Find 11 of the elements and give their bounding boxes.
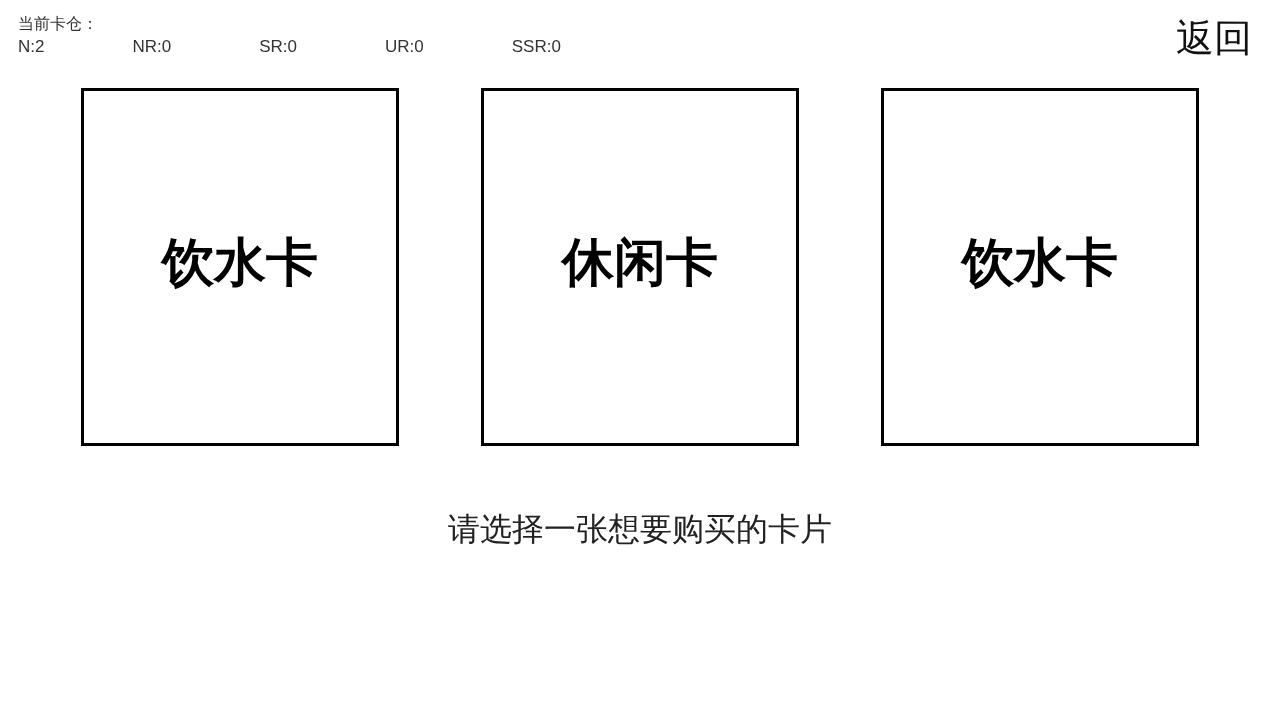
- rarity-count: UR:0: [385, 36, 424, 58]
- card-option[interactable]: 休闲卡: [481, 88, 799, 446]
- card-option[interactable]: 饮水卡: [881, 88, 1199, 446]
- back-button[interactable]: 返回: [1176, 16, 1252, 60]
- prompt-text: 请选择一张想要购买的卡片: [448, 511, 832, 547]
- inventory-title: 当前卡仓：: [18, 14, 99, 34]
- rarity-count: SR:0: [259, 36, 297, 58]
- rarity-count: NR:0: [132, 36, 172, 58]
- rarity-count: N:2: [18, 36, 45, 58]
- card-option[interactable]: 饮水卡: [81, 88, 399, 446]
- rarity-count: SSR:0: [511, 36, 561, 58]
